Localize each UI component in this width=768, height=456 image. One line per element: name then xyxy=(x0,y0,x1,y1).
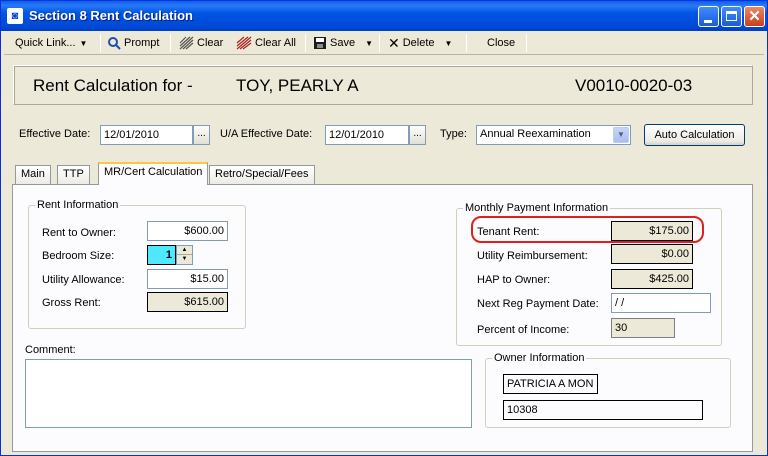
rent-information-title: Rent Information xyxy=(35,199,121,211)
window-title: Section 8 Rent Calculation xyxy=(29,8,193,23)
floppy-disk-icon xyxy=(314,37,326,50)
save-label: Save xyxy=(330,37,356,49)
chevron-down-icon: ▼ xyxy=(444,39,453,48)
delete-button[interactable]: ✕ Delete ▼ xyxy=(388,34,452,52)
owner-id-value: 10308 xyxy=(503,400,703,420)
type-select[interactable]: Annual Reexamination ▼ xyxy=(476,125,631,145)
clear-all-label: Clear All xyxy=(255,37,296,49)
rent-to-owner-label: Rent to Owner: xyxy=(42,227,116,239)
toolbar: Quick Link... ▼ Prompt Clear Clear All Sa… xyxy=(4,31,764,55)
gross-rent-value: $615.00 xyxy=(147,292,228,312)
close-icon: ✕ xyxy=(748,8,761,25)
prompt-label: Prompt xyxy=(124,37,160,49)
owner-name-value: PATRICIA A MON xyxy=(503,374,598,394)
save-button[interactable]: Save ▼ xyxy=(313,34,373,52)
tenant-rent-label: Tenant Rent: xyxy=(477,226,540,238)
comment-textarea[interactable] xyxy=(25,359,472,428)
next-reg-payment-date-label: Next Reg Payment Date: xyxy=(477,298,599,310)
ua-effective-date-label: U/A Effective Date: xyxy=(220,128,313,140)
clear-all-button[interactable]: Clear All xyxy=(236,34,296,52)
bedroom-size-spinner[interactable]: ▲ ▼ xyxy=(176,245,193,265)
tab-retro-special-fees[interactable]: Retro/Special/Fees xyxy=(209,165,315,184)
tab-main[interactable]: Main xyxy=(15,165,51,184)
close-label: Close xyxy=(487,37,516,49)
monthly-payment-title: Monthly Payment Information xyxy=(463,202,611,214)
close-window-button[interactable]: ✕ xyxy=(744,6,765,27)
ua-effective-date-field[interactable]: 12/01/2010 xyxy=(325,125,409,145)
type-label: Type: xyxy=(440,128,467,140)
percent-of-income-value: 30 xyxy=(611,318,675,338)
header-panel: Rent Calculation for - TOY, PEARLY A V00… xyxy=(13,65,753,105)
chevron-down-icon: ▼ xyxy=(79,39,88,48)
bedroom-size-field[interactable]: 1 xyxy=(147,245,176,265)
comment-label: Comment: xyxy=(25,344,76,356)
type-select-value: Annual Reexamination xyxy=(480,128,591,140)
title-bar[interactable]: ◙ Section 8 Rent Calculation ✕ xyxy=(1,1,767,31)
minimize-button[interactable] xyxy=(698,6,719,27)
utility-reimbursement-value: $0.00 xyxy=(611,244,693,264)
clear-label: Clear xyxy=(197,37,224,49)
rent-to-owner-field[interactable]: $600.00 xyxy=(147,221,228,241)
owner-information-title: Owner Information xyxy=(492,352,587,364)
rent-calculation-window: ◙ Section 8 Rent Calculation ✕ Quick Lin… xyxy=(0,0,768,456)
effective-date-label: Effective Date: xyxy=(19,128,91,140)
clear-all-icon xyxy=(236,36,252,50)
tenant-rent-value: $175.00 xyxy=(611,221,693,241)
maximize-button[interactable] xyxy=(721,6,742,27)
next-reg-payment-date-field[interactable]: / / xyxy=(611,293,711,313)
delete-label: Delete xyxy=(402,37,435,49)
spin-up-icon[interactable]: ▲ xyxy=(177,246,192,255)
quick-link-label: Quick Link... xyxy=(15,37,76,49)
effective-date-field[interactable]: 12/01/2010 xyxy=(100,125,193,145)
tab-ttp[interactable]: TTP xyxy=(57,165,90,184)
bedroom-size-label: Bedroom Size: xyxy=(42,250,115,262)
spin-down-icon[interactable]: ▼ xyxy=(177,255,192,264)
ua-effective-date-picker-button[interactable]: ... xyxy=(409,125,426,145)
hap-to-owner-value: $425.00 xyxy=(611,269,693,289)
magnifier-icon xyxy=(108,37,121,50)
tenant-name: TOY, PEARLY A xyxy=(236,76,359,95)
effective-date-picker-button[interactable]: ... xyxy=(193,125,210,145)
chevron-down-icon[interactable]: ▼ xyxy=(613,127,629,143)
utility-reimbursement-label: Utility Reimbursement: xyxy=(477,250,588,262)
hap-to-owner-label: HAP to Owner: xyxy=(477,274,551,286)
app-icon[interactable]: ◙ xyxy=(7,8,23,24)
tab-mr-cert-calculation[interactable]: MR/Cert Calculation xyxy=(98,162,209,185)
quick-link-button[interactable]: Quick Link... ▼ xyxy=(15,34,87,52)
utility-allowance-field[interactable]: $15.00 xyxy=(147,269,228,289)
maximize-icon xyxy=(726,11,737,21)
clear-button[interactable]: Clear xyxy=(179,34,223,52)
chevron-down-icon: ▼ xyxy=(365,39,373,48)
prompt-button[interactable]: Prompt xyxy=(107,34,159,52)
header-label: Rent Calculation for - xyxy=(33,76,193,95)
unit-id: V0010-0020-03 xyxy=(575,76,693,95)
minimize-icon xyxy=(704,20,712,23)
close-button[interactable]: Close xyxy=(487,34,515,52)
gross-rent-label: Gross Rent: xyxy=(42,297,101,309)
auto-calculation-button[interactable]: Auto Calculation xyxy=(644,124,745,146)
delete-x-icon: ✕ xyxy=(388,35,400,52)
utility-allowance-label: Utility Allowance: xyxy=(42,274,125,286)
clear-icon xyxy=(179,36,194,50)
percent-of-income-label: Percent of Income: xyxy=(477,324,570,336)
